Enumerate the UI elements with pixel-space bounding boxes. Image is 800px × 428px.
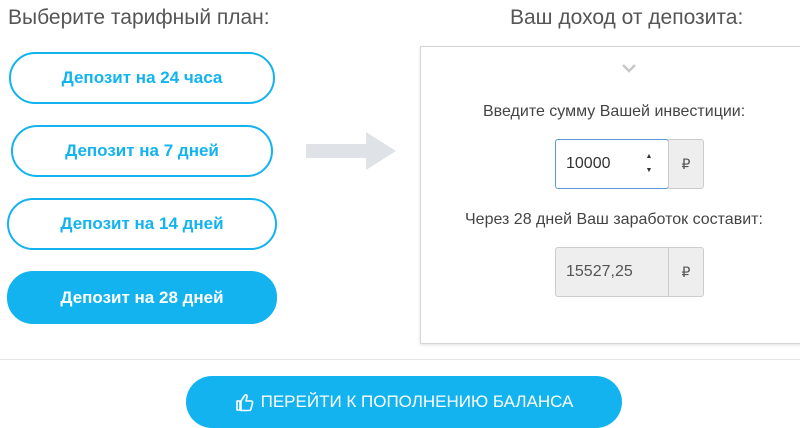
investment-amount-input[interactable]: 10000 ▲ ▼ [555, 139, 669, 189]
plan-button-14-days[interactable]: Депозит на 14 дней [7, 198, 277, 250]
go-to-balance-topup-button[interactable]: ПЕРЕЙТИ К ПОПОЛНЕНИЮ БАЛАНСА [186, 376, 622, 428]
divider [0, 359, 800, 360]
plans-heading: Выберите тарифный план: [8, 6, 270, 29]
thumbs-up-icon [235, 393, 254, 412]
spinner-up-icon[interactable]: ▲ [646, 153, 653, 161]
earnings-result-field: 15527,25 [555, 247, 669, 297]
cta-label: ПЕРЕЙТИ К ПОПОЛНЕНИЮ БАЛАНСА [260, 392, 574, 411]
income-calculator-panel: Введите сумму Вашей инвестиции: 10000 ▲ … [420, 46, 800, 344]
plan-button-28-days[interactable]: Депозит на 28 дней [7, 271, 277, 324]
investment-label: Введите сумму Вашей инвестиции: [483, 103, 746, 120]
number-spinner[interactable]: ▲ ▼ [644, 153, 654, 175]
spinner-down-icon[interactable]: ▼ [646, 167, 653, 175]
ruble-sign-addon: ₽ [668, 139, 704, 189]
plan-button-7-days[interactable]: Депозит на 7 дней [11, 125, 273, 177]
income-heading: Ваш доход от депозита: [510, 6, 744, 29]
ruble-sign-addon-result: ₽ [668, 247, 704, 297]
plan-button-24-hours[interactable]: Депозит на 24 часа [9, 52, 275, 104]
investment-amount-value: 10000 [566, 155, 611, 172]
arrow-right-icon [306, 132, 396, 170]
earnings-label: Через 28 дней Ваш заработок составит: [465, 211, 763, 228]
earnings-result-value: 15527,25 [566, 263, 633, 280]
chevron-down-icon[interactable] [621, 63, 637, 73]
